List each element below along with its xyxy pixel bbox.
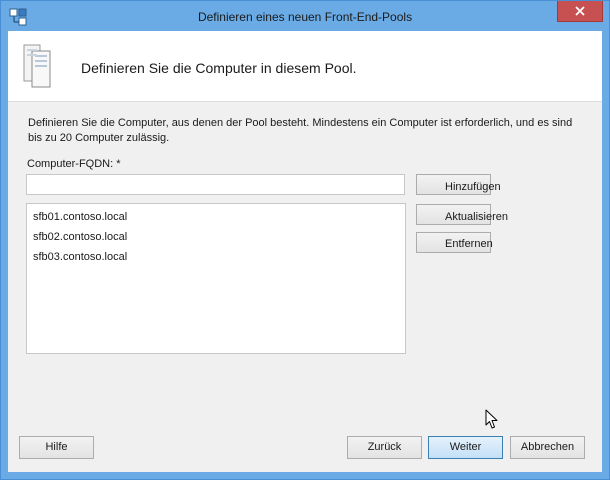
mouse-cursor-icon [485, 409, 498, 429]
refresh-button[interactable]: Aktualisieren [416, 204, 508, 225]
close-icon [575, 6, 585, 16]
server-icon [23, 44, 51, 88]
add-button[interactable]: Hinzufügen [416, 174, 501, 195]
dialog-client-area: Definieren Sie die Computer in diesem Po… [8, 31, 602, 472]
remove-button[interactable]: Entfernen [416, 232, 493, 253]
help-button[interactable]: Hilfe [19, 436, 94, 459]
add-button-label: Hinzufügen [445, 181, 501, 193]
computer-list[interactable]: sfb01.contoso.local sfb02.contoso.local … [26, 203, 406, 354]
remove-button-label: Entfernen [445, 238, 493, 250]
page-title: Definieren Sie die Computer in diesem Po… [81, 60, 357, 76]
title-bar[interactable]: Definieren eines neuen Front-End-Pools [1, 1, 609, 31]
next-button[interactable]: Weiter [428, 436, 503, 459]
list-item[interactable]: sfb01.contoso.local [33, 207, 405, 227]
wizard-window: Definieren eines neuen Front-End-Pools D… [0, 0, 610, 480]
fqdn-input[interactable] [26, 174, 405, 195]
fqdn-label: Computer-FQDN: * [27, 158, 121, 170]
list-item[interactable]: sfb02.contoso.local [33, 227, 405, 247]
page-description: Definieren Sie die Computer, aus denen d… [28, 117, 573, 144]
list-item[interactable]: sfb03.contoso.local [33, 247, 405, 267]
window-title: Definieren eines neuen Front-End-Pools [197, 10, 413, 24]
cancel-button[interactable]: Abbrechen [510, 436, 585, 459]
close-button[interactable] [557, 1, 603, 22]
back-button[interactable]: Zurück [347, 436, 422, 459]
wizard-header: Definieren Sie die Computer in diesem Po… [8, 31, 602, 102]
refresh-button-label: Aktualisieren [445, 211, 508, 223]
